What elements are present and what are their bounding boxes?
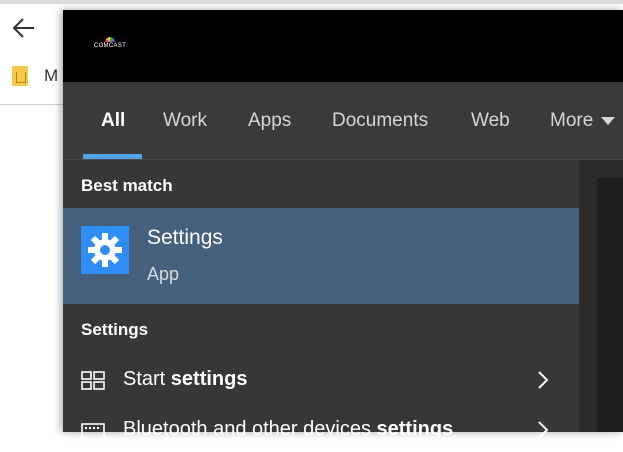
tab-documents[interactable]: Documents (332, 110, 428, 132)
settings-app-tile (81, 226, 129, 274)
keyboard-icon (81, 421, 105, 441)
preview-content (597, 178, 623, 432)
tab-work[interactable]: Work (163, 110, 207, 132)
peacock-icon (105, 37, 115, 42)
browser-top-strip (0, 0, 623, 4)
bluetooth-settings-prefix: Bluetooth and other devices (123, 418, 377, 440)
bookmark-item[interactable]: M (12, 62, 58, 90)
caret-down-icon (601, 116, 616, 125)
start-settings-prefix: Start (123, 368, 171, 390)
brand-text: COMCAST (93, 43, 127, 49)
start-layout-icon (81, 371, 105, 391)
panel-header: COMCAST (63, 10, 623, 82)
bluetooth-settings-bold: settings (376, 418, 454, 440)
result-bluetooth-settings[interactable]: Bluetooth and other devices settings (63, 410, 579, 452)
tab-apps[interactable]: Apps (248, 110, 291, 132)
bluetooth-settings-label: Bluetooth and other devices settings (123, 418, 453, 441)
document-icon (12, 66, 28, 86)
settings-section-heading: Settings (81, 320, 149, 339)
back-arrow-icon[interactable] (10, 14, 38, 42)
start-settings-label: Start settings (123, 368, 247, 391)
best-match-subtitle: App (147, 264, 180, 284)
start-settings-bold: settings (170, 368, 248, 390)
brand-logo: COMCAST (91, 37, 129, 49)
best-match-heading: Best match (81, 176, 173, 195)
bookmark-divider (0, 104, 63, 105)
tab-web[interactable]: Web (471, 110, 510, 132)
gear-icon (88, 233, 122, 267)
best-match-title: Settings (147, 226, 223, 249)
tab-more-label: More (550, 110, 594, 131)
preview-pane (579, 160, 623, 432)
tab-more[interactable]: More (550, 110, 616, 132)
search-panel: COMCAST All Work Apps Documents Web More… (63, 10, 623, 440)
tab-all[interactable]: All (101, 110, 125, 132)
results-pane: Best match Settings App Settings Start s… (63, 160, 579, 440)
bookmark-label: M (44, 66, 59, 85)
chevron-right-icon[interactable] (533, 368, 553, 392)
search-tabs: All Work Apps Documents Web More (63, 82, 623, 159)
chevron-right-icon[interactable] (533, 418, 553, 442)
best-match-result[interactable]: Settings App (63, 208, 579, 304)
result-start-settings[interactable]: Start settings (63, 360, 579, 402)
